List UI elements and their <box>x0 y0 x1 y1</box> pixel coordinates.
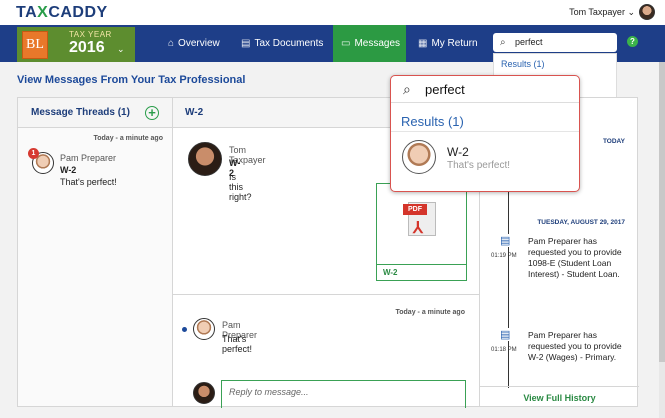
message-text: Is this right? <box>229 172 252 202</box>
taxcaddy-logo[interactable]: TAXCADDY <box>16 4 108 22</box>
document-icon: ▤ <box>500 234 511 247</box>
tax-year-label: TAX YEAR <box>69 30 112 39</box>
logo-text-right: CADDY <box>48 4 108 21</box>
top-bar: TAXCADDY Tom Taxpayer ⌄ <box>0 0 665 25</box>
threads-header-title: Message Threads (1) <box>31 107 130 118</box>
page-title: View Messages From Your Tax Professional <box>17 74 246 86</box>
result-avatar <box>402 140 436 174</box>
search-input-value: perfect <box>515 37 543 47</box>
thread-item[interactable]: Today - a minute ago 1 Pam Preparer W-2 … <box>18 128 173 188</box>
history-time: 01:18 PM <box>491 347 517 353</box>
threads-header: Message Threads (1) + <box>18 98 172 128</box>
threads-column: Message Threads (1) + Today - a minute a… <box>18 98 173 406</box>
nav-overview[interactable]: ⌂ Overview <box>160 25 228 62</box>
view-full-history-link[interactable]: View Full History <box>480 386 639 408</box>
nav-overview-label: Overview <box>178 38 220 49</box>
sender-avatar <box>193 318 215 340</box>
popup-search-value: perfect <box>425 82 465 97</box>
document-icon: ▤ <box>241 38 251 49</box>
history-entry: Pam Preparer has requested you to provid… <box>528 330 622 362</box>
history-date: TUESDAY, AUGUST 29, 2017 <box>537 219 625 226</box>
my-avatar <box>193 382 215 404</box>
sender-avatar <box>188 142 222 176</box>
tax-year-value: 2016 <box>69 39 105 56</box>
thread-time: Today - a minute ago <box>93 135 164 142</box>
popup-results-count: Results (1) <box>401 114 464 129</box>
unread-badge: 1 <box>28 148 39 159</box>
user-menu[interactable]: Tom Taxpayer ⌄ <box>569 7 635 18</box>
home-icon: ⌂ <box>168 38 175 49</box>
scrollbar-thumb[interactable] <box>659 62 665 362</box>
history-entry: Pam Preparer has requested you to provid… <box>528 236 622 279</box>
nav-messages-label: Messages <box>354 38 401 49</box>
popup-search-input[interactable]: ⌕ perfect <box>391 76 579 103</box>
document-icon: ▤ <box>500 328 511 341</box>
attachment-label: W-2 <box>377 264 466 280</box>
chat-icon: ▭ <box>341 38 351 49</box>
tax-year-selector[interactable]: BL TAX YEAR 2016 ⌄ <box>17 27 135 62</box>
logo-text-left: TA <box>16 4 38 21</box>
nav-my-return-label: My Return <box>431 38 478 49</box>
search-icon: ⌕ <box>500 37 506 48</box>
nav-my-return[interactable]: ▦ My Return <box>410 25 486 62</box>
timeline-line <box>508 168 509 388</box>
nav-tax-documents-label: Tax Documents <box>254 38 324 49</box>
nav-messages[interactable]: ▭ Messages <box>333 25 406 62</box>
logo-text-x: X <box>37 4 49 21</box>
chevron-down-icon: ⌄ <box>117 44 125 54</box>
message-text: That's perfect! <box>222 334 253 354</box>
popup-divider <box>391 131 579 132</box>
pdf-tag: PDF <box>403 204 427 215</box>
result-subject: W-2 <box>447 145 469 159</box>
search-results-count: Results (1) <box>501 59 545 69</box>
message-time: Today - a minute ago <box>395 309 466 316</box>
history-today-label: TODAY <box>602 138 625 145</box>
reply-input[interactable]: Reply to message... <box>221 380 466 408</box>
message-divider <box>173 294 479 295</box>
user-name: Tom Taxpayer <box>569 7 625 17</box>
user-avatar[interactable] <box>639 4 655 20</box>
thread-preview: That's perfect! <box>60 177 117 187</box>
chevron-down-icon: ⌄ <box>627 7 635 17</box>
thread-sender: Pam Preparer <box>60 153 117 163</box>
search-popup: ⌕ perfect Results (1) W-2 That's perfect! <box>390 75 580 192</box>
search-input[interactable]: ⌕ perfect <box>493 33 617 52</box>
unread-dot <box>182 327 187 332</box>
add-thread-button[interactable]: + <box>145 106 159 120</box>
acrobat-icon: ⅄ <box>413 220 423 237</box>
thread-subject: W-2 <box>60 165 77 175</box>
search-icon: ⌕ <box>403 81 411 97</box>
return-icon: ▦ <box>418 38 428 49</box>
firm-logo-badge: BL <box>22 31 48 59</box>
help-icon[interactable]: ? <box>627 36 638 47</box>
history-time: 01:19 PM <box>491 253 517 259</box>
pdf-attachment[interactable]: PDF ⅄ W-2 <box>376 183 467 281</box>
nav-tax-documents[interactable]: ▤ Tax Documents <box>233 25 331 62</box>
result-preview: That's perfect! <box>447 160 511 171</box>
